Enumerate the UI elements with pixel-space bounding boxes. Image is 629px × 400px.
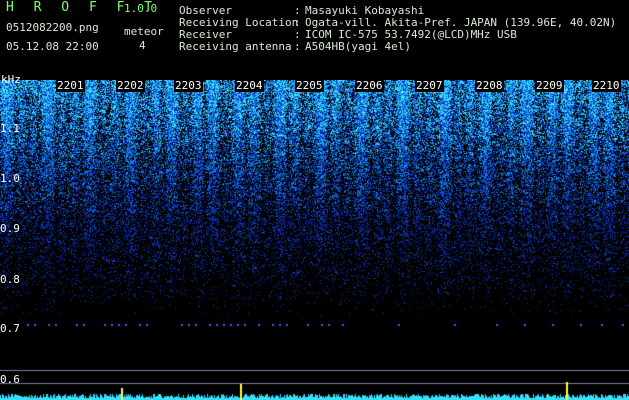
hour-label: 2206	[355, 79, 384, 92]
y-tick-label: 0.7	[0, 322, 20, 335]
hour-label: 2202	[116, 79, 145, 92]
antenna-value: A504HB(yagi 4el)	[305, 40, 411, 53]
hour-label: 2208	[475, 79, 504, 92]
y-tick-label: 0.6	[0, 373, 20, 386]
hour-label: 2210	[592, 79, 621, 92]
y-tick-label: 0.9	[0, 222, 20, 235]
hour-label: 2203	[174, 79, 203, 92]
hour-label: 2207	[415, 79, 444, 92]
antenna-label: Receiving antenna	[179, 40, 292, 53]
timestamp: 05.12.08 22:00	[6, 40, 99, 53]
hour-label: 2204	[235, 79, 264, 92]
hour-label: 2201	[56, 79, 85, 92]
meteor-count: 4	[139, 39, 146, 52]
y-tick-label: 1.0	[0, 172, 20, 185]
meteor-label: meteor	[124, 25, 164, 38]
meta-colon: :	[294, 40, 301, 53]
app-version: 1.0.0	[124, 2, 158, 15]
y-tick-label: 0.8	[0, 273, 20, 286]
file-name: 0512082200.png	[6, 21, 99, 34]
hour-label: 2209	[535, 79, 564, 92]
y-axis-unit: kHz	[1, 73, 21, 86]
hour-label: 2205	[295, 79, 324, 92]
y-tick-label: 1.1	[0, 122, 20, 135]
spectrogram	[0, 80, 629, 400]
